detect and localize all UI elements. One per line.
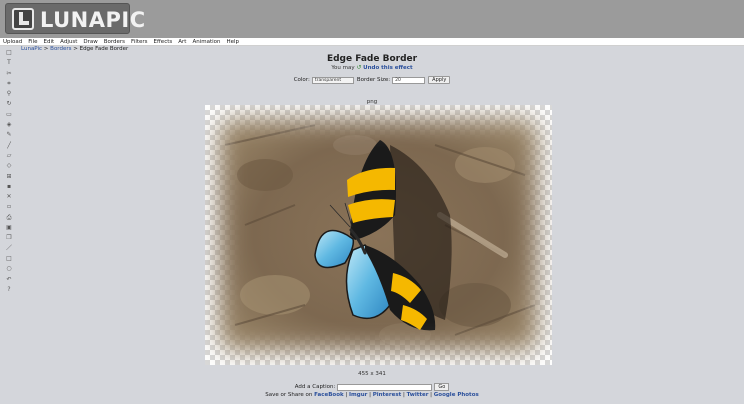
color-label: Color: bbox=[293, 77, 310, 83]
menu-bar: Upload File Edit Adjust Draw Borders Fil… bbox=[0, 38, 744, 46]
border-tool-icon[interactable]: ▭ bbox=[5, 111, 13, 119]
breadcrumb-separator: > bbox=[42, 46, 51, 52]
breadcrumb-borders-link[interactable]: Borders bbox=[50, 46, 71, 52]
rectangle-tool-icon[interactable]: □ bbox=[5, 255, 13, 263]
new-tool-icon[interactable]: ▫ bbox=[5, 203, 13, 211]
menu-art[interactable]: Art bbox=[178, 39, 186, 45]
share-google-photos-link[interactable]: Google Photos bbox=[434, 392, 479, 398]
line-tool-icon[interactable]: ／ bbox=[5, 245, 13, 253]
main-content: □ T ✂ ⌗ ⚲ ↻ ▭ ◈ ✎ ╱ ▱ ◇ ⊞ ▪ ✕ ▫ ⎙ ▣ ❐ ／ □ ○ ↶? LunaPic > Borde… bbox=[0, 46, 744, 404]
undo-icon: ↺ bbox=[356, 64, 362, 71]
logo-text: LUNAPIC bbox=[40, 8, 146, 32]
eraser-tool-icon[interactable]: ◇ bbox=[5, 162, 13, 170]
color-field[interactable]: transparent bbox=[311, 76, 354, 84]
undo-effect-link[interactable]: Undo this effect bbox=[363, 65, 412, 71]
fill-tool-icon[interactable]: ◈ bbox=[5, 121, 13, 129]
menu-upload[interactable]: Upload bbox=[3, 39, 22, 45]
butterfly-photo bbox=[205, 105, 552, 365]
menu-filters[interactable]: Filters bbox=[131, 39, 148, 45]
caption-label: Add a Caption: bbox=[294, 384, 336, 390]
undo-line: You may ↺ Undo this effect bbox=[0, 64, 744, 71]
menu-effects[interactable]: Effects bbox=[154, 39, 173, 45]
border-size-field[interactable]: 20 bbox=[392, 76, 426, 84]
share-facebook-link[interactable]: FaceBook bbox=[314, 392, 344, 398]
breadcrumb-current: Edge Fade Border bbox=[79, 46, 129, 52]
undo-prefix: You may bbox=[331, 65, 357, 71]
share-prefix: Save or Share on bbox=[265, 392, 315, 398]
brush-tool-icon[interactable]: ╱ bbox=[5, 142, 13, 150]
help-tool-icon[interactable]: ? bbox=[5, 286, 13, 294]
page-title: Edge Fade Border bbox=[326, 54, 418, 64]
share-imgur-link[interactable]: Imgur bbox=[349, 392, 367, 398]
breadcrumb-separator: > bbox=[71, 46, 80, 52]
undo-tool-icon[interactable]: ↶ bbox=[5, 276, 13, 284]
menu-edit[interactable]: Edit bbox=[44, 39, 55, 45]
menu-help[interactable]: Help bbox=[226, 39, 239, 45]
share-pinterest-link[interactable]: Pinterest bbox=[373, 392, 402, 398]
logo-badge-icon bbox=[12, 8, 34, 30]
stamp-tool-icon[interactable]: ⊞ bbox=[5, 173, 13, 181]
breadcrumb-home-link[interactable]: LunaPic bbox=[21, 46, 42, 52]
caption-go-button[interactable]: Go bbox=[434, 383, 450, 391]
caption-input[interactable] bbox=[337, 383, 433, 391]
menu-animation[interactable]: Animation bbox=[192, 39, 220, 45]
folder-tool-icon[interactable]: ▱ bbox=[5, 152, 13, 160]
circle-tool-icon[interactable]: ○ bbox=[5, 265, 13, 273]
share-twitter-link[interactable]: Twitter bbox=[407, 392, 429, 398]
edited-image-canvas[interactable] bbox=[205, 105, 552, 365]
layers-tool-icon[interactable]: ▣ bbox=[5, 224, 13, 232]
save-tool-icon[interactable]: ▪ bbox=[5, 183, 13, 191]
menu-draw[interactable]: Draw bbox=[83, 39, 97, 45]
close-tool-icon[interactable]: ✕ bbox=[5, 193, 13, 201]
copy-tool-icon[interactable]: ❐ bbox=[5, 234, 13, 242]
app-frame: LUNAPIC Upload File Edit Adjust Draw Bor… bbox=[0, 0, 744, 404]
zoom-tool-icon[interactable]: ⚲ bbox=[5, 90, 13, 98]
menu-borders[interactable]: Borders bbox=[104, 39, 125, 45]
print-tool-icon[interactable]: ⎙ bbox=[5, 214, 13, 222]
tool-sidebar: □ T ✂ ⌗ ⚲ ↻ ▭ ◈ ✎ ╱ ▱ ◇ ⊞ ▪ ✕ ▫ ⎙ ▣ ❐ ／ □ ○ ↶? bbox=[5, 49, 15, 296]
caption-row: Add a Caption: Go bbox=[0, 383, 744, 391]
border-size-label: Border Size: bbox=[356, 77, 391, 83]
border-options: Color: transparent Border Size: 20 Apply bbox=[0, 76, 744, 84]
header: LUNAPIC bbox=[0, 0, 744, 38]
share-row: Save or Share on FaceBook | Imgur | Pint… bbox=[0, 392, 744, 398]
pencil-tool-icon[interactable]: ✎ bbox=[5, 131, 13, 139]
menu-adjust[interactable]: Adjust bbox=[60, 39, 77, 45]
breadcrumb: LunaPic > Borders > Edge Fade Border bbox=[21, 46, 128, 52]
lunapic-logo[interactable]: LUNAPIC bbox=[5, 3, 145, 34]
apply-button[interactable]: Apply bbox=[428, 76, 451, 84]
menu-file[interactable]: File bbox=[28, 39, 37, 45]
image-dimensions: 455 x 341 bbox=[358, 371, 386, 377]
